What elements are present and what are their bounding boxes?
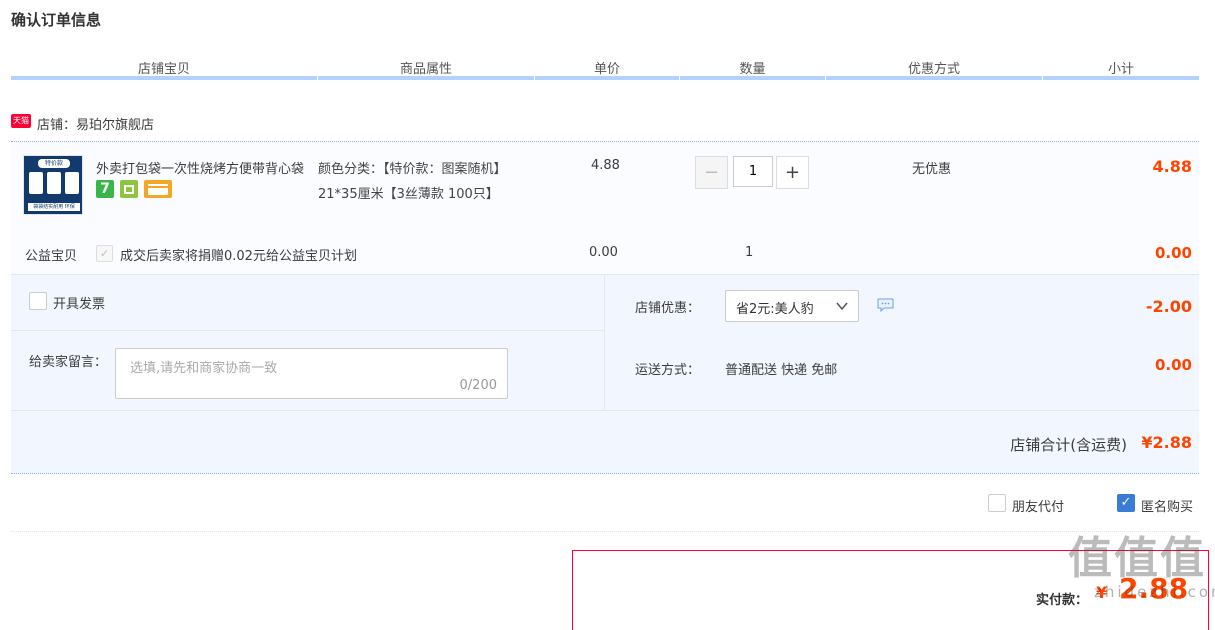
charity-checkbox: ✓ xyxy=(96,245,113,262)
header-unit-price: 单价 xyxy=(593,62,620,77)
message-placeholder: 选填,请先和商家协商一致 xyxy=(130,361,278,376)
divider xyxy=(11,410,1199,411)
chat-bubble-icon[interactable] xyxy=(877,298,894,316)
header-discount: 优惠方式 xyxy=(907,62,960,77)
thumb-label: 特价款 xyxy=(38,159,70,168)
bag-image xyxy=(65,172,79,194)
header-underline xyxy=(318,76,534,80)
item-subtotal: 4.88 xyxy=(1152,157,1192,176)
item-discount: 无优惠 xyxy=(912,162,952,177)
charity-quantity: 1 xyxy=(745,245,754,260)
charity-price: 0.00 xyxy=(589,245,618,260)
thumb-strip: 袋袋结实耐用 环保 xyxy=(28,203,80,211)
message-label: 给卖家留言： xyxy=(29,355,108,370)
header-subtotal: 小计 xyxy=(1107,62,1134,77)
invoice-checkbox[interactable] xyxy=(29,292,47,310)
anonymous-label: 匿名购买 xyxy=(1141,500,1194,515)
header-underline xyxy=(680,76,825,80)
shop-name-link[interactable]: 店铺：易珀尔旗舰店 xyxy=(37,114,154,133)
shop-total-amount: ¥2.88 xyxy=(1141,433,1192,452)
seller-message-input[interactable]: 选填,请先和商家协商一致 0/200 xyxy=(115,348,508,399)
chevron-down-icon xyxy=(835,299,849,317)
shop-discount-label: 店铺优惠： xyxy=(635,301,701,316)
shop-total-label: 店铺合计(含运费) xyxy=(1010,436,1127,454)
header-underline xyxy=(535,76,679,80)
header-underline xyxy=(1043,76,1199,80)
shipping-value: 普通配送 快递 免邮 xyxy=(725,363,838,378)
message-counter: 0/200 xyxy=(459,378,497,393)
tmall-badge-icon: 天猫 xyxy=(11,114,31,128)
header-underline xyxy=(826,76,1042,80)
anonymous-checkbox[interactable]: ✓ xyxy=(1117,494,1135,512)
shop-discount-select[interactable]: 省2元:美人豹 xyxy=(725,290,859,322)
bag-image xyxy=(47,172,61,194)
credit-card-icon[interactable] xyxy=(144,180,172,198)
charity-text: 成交后卖家将捐赠0.02元给公益宝贝计划 xyxy=(120,249,357,264)
charity-subtotal: 0.00 xyxy=(1154,244,1192,262)
page-title: 确认订单信息 xyxy=(11,11,102,29)
item-attr-size: 21*35厘米【3丝薄款 100只】 xyxy=(318,187,499,202)
header-attributes: 商品属性 xyxy=(399,62,452,77)
shipping-label: 运送方式： xyxy=(635,363,701,378)
friend-pay-label: 朋友代付 xyxy=(1012,500,1065,515)
item-attr-color: 颜色分类：【特价款：图案随机】 xyxy=(318,162,507,177)
header-shop-item: 店铺宝贝 xyxy=(137,62,190,77)
watermark-logo: 值值值 xyxy=(1068,533,1206,584)
item-unit-price: 4.88 xyxy=(591,158,620,173)
invoice-label: 开具发票 xyxy=(53,297,106,312)
divider xyxy=(11,473,1199,474)
pay-label: 实付款： xyxy=(1036,593,1089,608)
quantity-decrease-button[interactable]: − xyxy=(695,156,728,189)
friend-pay-checkbox[interactable] xyxy=(988,494,1006,512)
quantity-input[interactable]: 1 xyxy=(733,156,773,187)
service-guarantee-icon[interactable] xyxy=(120,180,138,198)
bag-image xyxy=(29,172,43,194)
divider xyxy=(11,330,604,331)
shipping-amount: 0.00 xyxy=(1154,356,1192,374)
item-thumbnail[interactable]: 特价款 袋袋结实耐用 环保 xyxy=(23,155,83,215)
seven-day-return-icon[interactable]: 7 xyxy=(96,180,114,198)
shop-discount-amount: -2.00 xyxy=(1145,297,1192,316)
divider xyxy=(11,531,1199,532)
header-quantity: 数量 xyxy=(739,62,766,77)
divider xyxy=(11,274,1199,275)
watermark-url: zhidezhi.com xyxy=(1094,583,1215,601)
item-title-link[interactable]: 外卖打包袋一次性烧烤方便带背心袋 xyxy=(96,158,311,177)
charity-label: 公益宝贝 xyxy=(25,249,78,264)
header-underline xyxy=(11,76,317,80)
quantity-increase-button[interactable]: + xyxy=(776,156,809,189)
shop-discount-selected: 省2元:美人豹 xyxy=(736,302,814,317)
divider xyxy=(604,275,605,411)
